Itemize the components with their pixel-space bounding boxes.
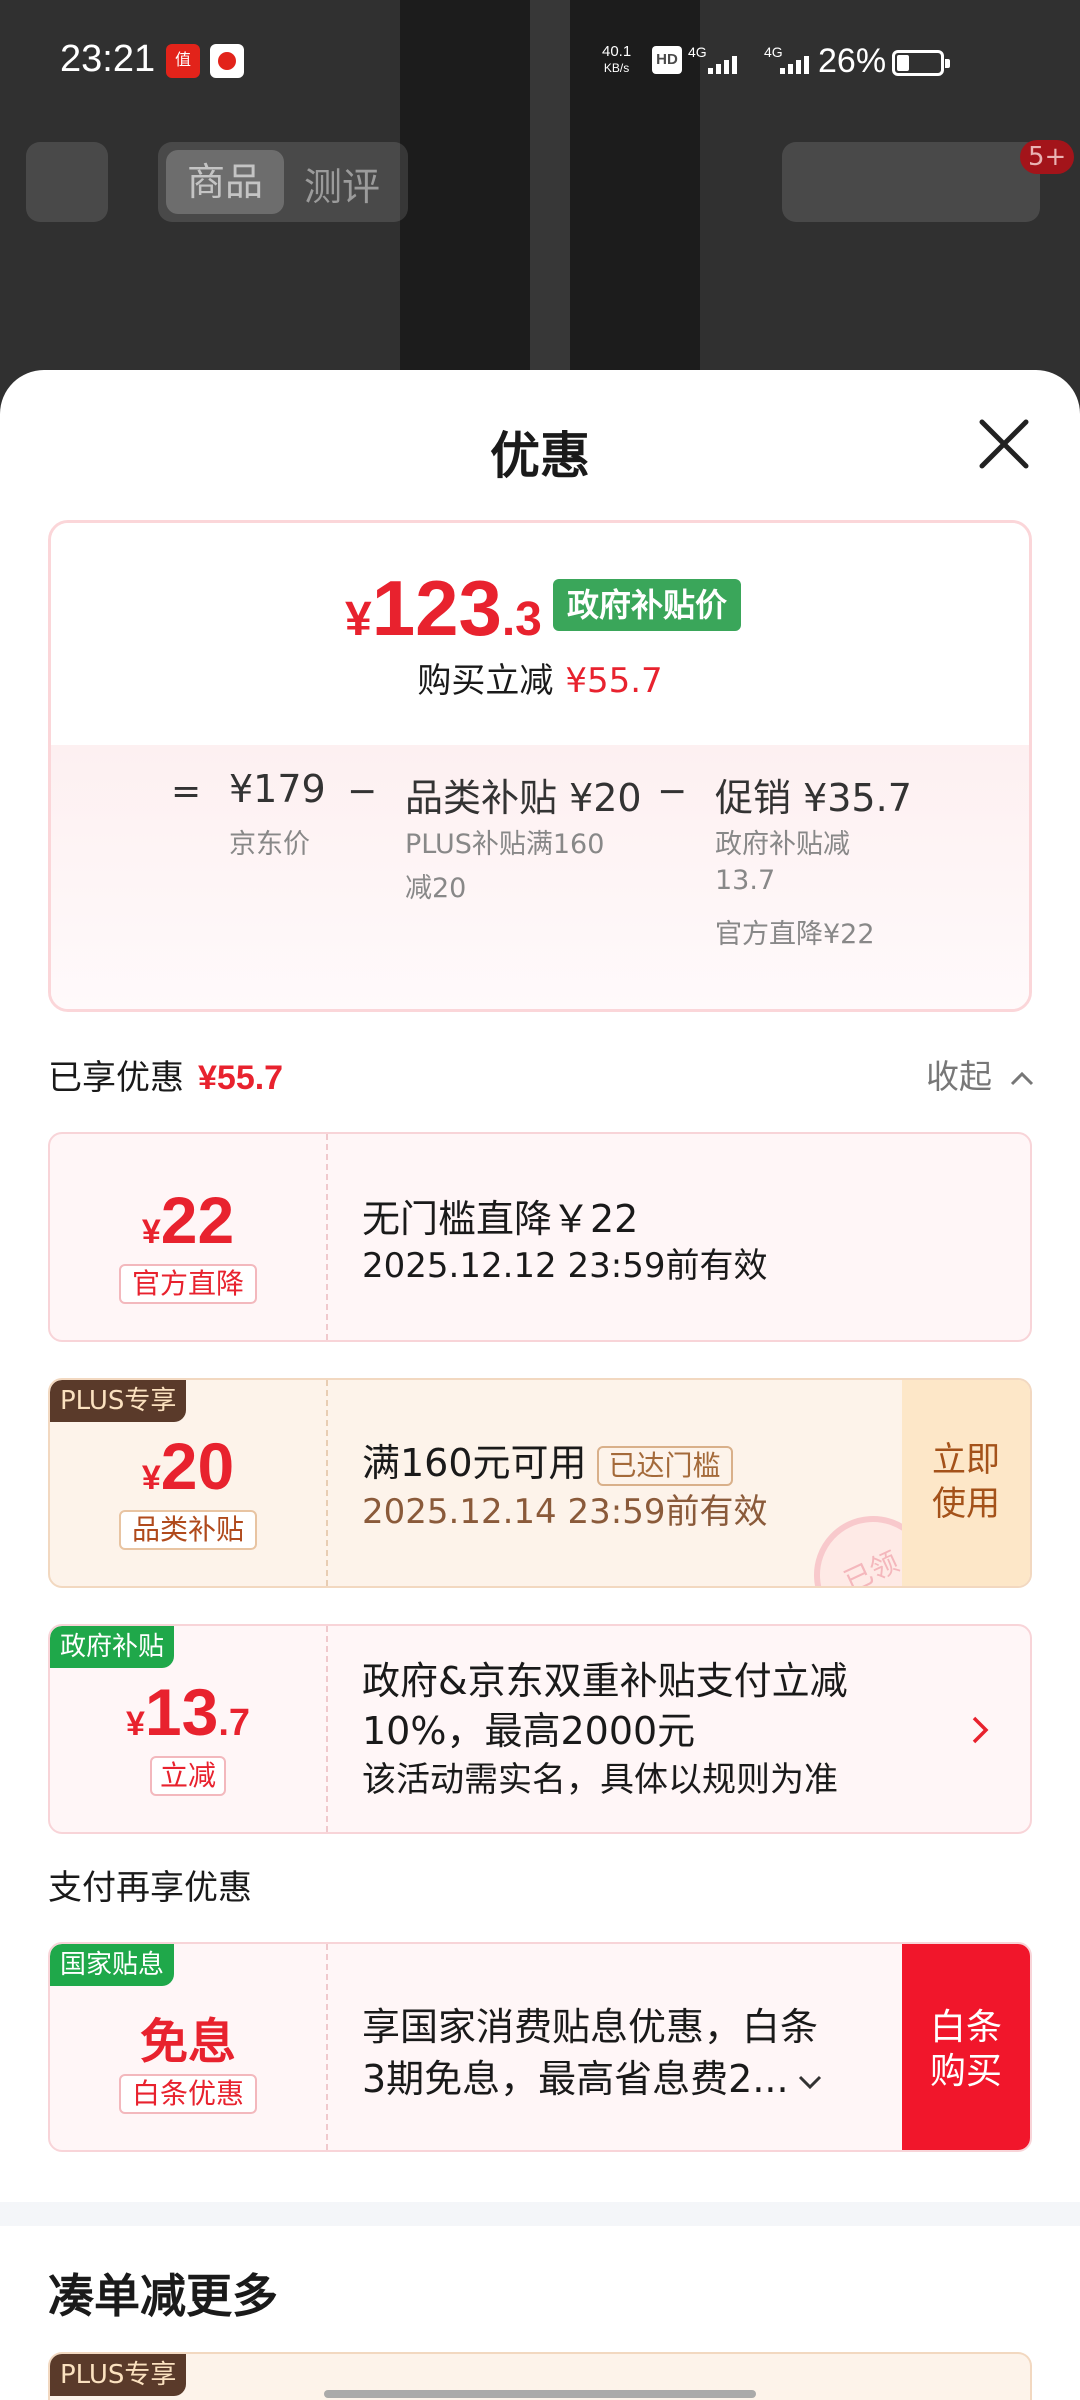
back-button[interactable]	[26, 142, 108, 222]
discount-sheet: 优惠 ¥123.3 政府补贴价 购买立减 ¥55.7 = ¥179 京东价 − 品…	[0, 370, 1080, 2400]
equals-sign: =	[171, 771, 202, 812]
purchase-reduction: 购买立减 ¥55.7	[417, 661, 663, 701]
chevron-down-icon[interactable]	[797, 2073, 823, 2091]
promotion-note-2: 13.7	[715, 865, 776, 896]
coupon-validity: 2025.12.14 23:59前有效	[362, 1492, 768, 1532]
close-icon[interactable]	[976, 416, 1032, 472]
enjoyed-discounts-header: 已享优惠 ¥55.7	[48, 1058, 284, 1098]
coupon-amount: ¥13.7	[125, 1675, 251, 1749]
baitiao-description-line1: 享国家消费贴息优惠，白条	[362, 2005, 819, 2049]
coupon-type-tag: 白条优惠	[119, 2074, 257, 2114]
promotion-note-3: 官方直降¥22	[715, 919, 875, 950]
coupon-gov-subsidy[interactable]: 政府补贴 ¥13.7 立减 政府&京东双重补贴支付立减 10%，最高2000元 …	[48, 1624, 1032, 1834]
cart-badge: 5+	[1020, 140, 1075, 174]
coupon-title: 满160元可用 已达门槛	[362, 1432, 733, 1487]
coupon-type-tag: 官方直降	[119, 1264, 257, 1304]
chevron-up-icon	[1010, 1071, 1033, 1085]
product-top-nav: 商品 测评 5+	[0, 140, 1080, 230]
jd-price-label: 京东价	[229, 829, 310, 860]
coupon-baitiao-interest-free[interactable]: 国家贴息 免息 白条优惠 享国家消费贴息优惠，白条 3期免息，最高省息费2...…	[48, 1942, 1032, 2152]
section-divider	[0, 2202, 1080, 2226]
tab-product[interactable]: 商品	[166, 150, 284, 214]
category-subsidy: 品类补贴 ¥20	[405, 776, 642, 820]
status-bar: 23:21 值 40.1 KB/s HD 4G 4G 26%	[0, 0, 1080, 125]
sim1-label: 4G	[688, 44, 707, 60]
pay-discount-header: 支付再享优惠	[48, 1868, 252, 1908]
battery-percent: 26%	[818, 42, 887, 80]
sheet-title: 优惠	[490, 428, 590, 484]
coupon-rule-note: 该活动需实名，具体以规则为准	[362, 1760, 838, 1800]
coupon-title: 无门槛直降￥22	[362, 1197, 639, 1241]
home-indicator[interactable]	[324, 2390, 756, 2398]
status-time: 23:21	[60, 38, 156, 80]
threshold-reached-tag: 已达门槛	[596, 1445, 733, 1486]
notification-app-icon-2	[210, 44, 244, 78]
coupon-amount: ¥22	[141, 1183, 235, 1257]
coupon-plus-category[interactable]: PLUS专享 ¥20 品类补贴 满160元可用 已达门槛 2025.12.14 2…	[48, 1378, 1032, 1588]
signal-icon	[708, 52, 737, 74]
baitiao-description-line2: 3期免息，最高省息费2...	[362, 2048, 823, 2103]
gov-subsidy-price-tag: 政府补贴价	[553, 579, 742, 631]
tab-review[interactable]: 测评	[304, 156, 380, 211]
coupon-type-tag: 立减	[150, 1756, 226, 1796]
price-summary: ¥123.3 政府补贴价 购买立减 ¥55.7 = ¥179 京东价 − 品类补贴…	[48, 520, 1032, 1012]
product-tabs: 商品 测评	[158, 142, 408, 222]
minus-sign: −	[657, 771, 688, 812]
collapse-button[interactable]: 收起	[926, 1050, 1035, 1098]
more-discounts-title: 凑单减更多	[48, 2270, 278, 2322]
notification-app-icon: 值	[166, 44, 200, 78]
final-price: ¥123.3	[345, 564, 542, 652]
cart-button[interactable]	[782, 142, 1040, 222]
hd-voice-icon: HD	[652, 46, 682, 74]
price-breakdown: = ¥179 京东价 − 品类补贴 ¥20 PLUS补贴满160 减20 − 促…	[51, 745, 1029, 1009]
signal-icon-2	[780, 52, 809, 74]
baitiao-buy-button[interactable]: 白条 购买	[902, 1944, 1030, 2150]
coupon-validity: 2025.12.12 23:59前有效	[362, 1246, 768, 1286]
promotion: 促销 ¥35.7	[715, 776, 912, 820]
network-speed: 40.1 KB/s	[602, 43, 632, 76]
minus-sign: −	[347, 771, 378, 812]
jd-price: ¥179	[229, 767, 326, 811]
category-subsidy-note-2: 减20	[405, 873, 467, 904]
coupon-official-discount[interactable]: ¥22 官方直降 无门槛直降￥22 2025.12.12 23:59前有效	[48, 1132, 1032, 1342]
coupon-description-line2: 10%，最高2000元	[362, 1709, 696, 1753]
chevron-right-icon[interactable]	[970, 1714, 990, 1746]
coupon-description-line1: 政府&京东双重补贴支付立减	[362, 1659, 848, 1703]
coupon-amount: ¥20	[141, 1429, 235, 1503]
plus-exclusive-badge: PLUS专享	[50, 2354, 187, 2396]
interest-free-label: 免息	[139, 2016, 236, 2069]
use-now-button[interactable]: 立即 使用	[902, 1380, 1030, 1586]
category-subsidy-note: PLUS补贴满160	[405, 829, 605, 860]
battery-icon	[892, 50, 950, 76]
coupon-type-tag: 品类补贴	[119, 1510, 257, 1550]
